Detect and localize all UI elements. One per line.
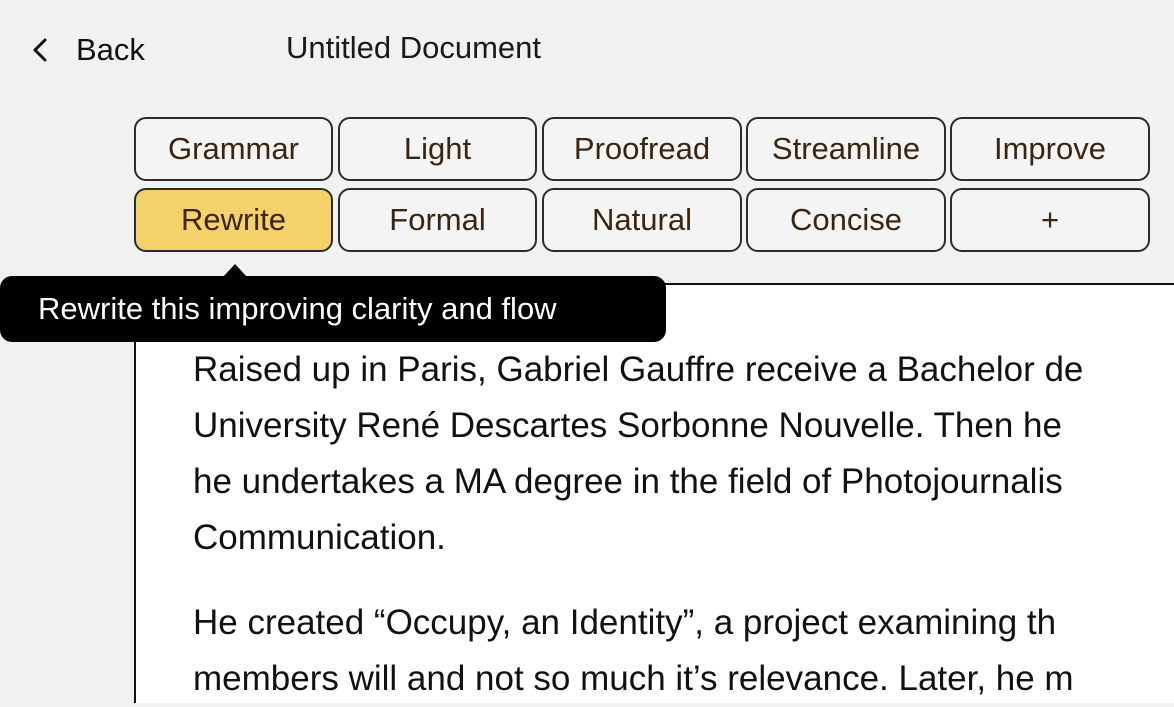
header-bar: Back Untitled Document bbox=[0, 0, 1174, 100]
text-line: University René Descartes Sorbonne Nouve… bbox=[193, 398, 1174, 454]
text-line: Communication. bbox=[193, 510, 1174, 566]
formal-button[interactable]: Formal bbox=[338, 188, 537, 252]
back-label: Back bbox=[76, 32, 145, 68]
improve-button[interactable]: Improve bbox=[950, 117, 1150, 181]
text-line: he undertakes a MA degree in the field o… bbox=[193, 454, 1174, 510]
text-line: He created “Occupy, an Identity”, a proj… bbox=[193, 595, 1174, 651]
rewrite-button[interactable]: Rewrite bbox=[134, 188, 333, 252]
document-paragraph: He created “Occupy, an Identity”, a proj… bbox=[193, 595, 1174, 707]
text-line: members will and not so much it’s releva… bbox=[193, 651, 1174, 707]
proofread-button[interactable]: Proofread bbox=[542, 117, 742, 181]
back-button[interactable]: Back bbox=[30, 28, 145, 72]
add-style-button[interactable]: + bbox=[950, 188, 1150, 252]
document-title: Untitled Document bbox=[286, 30, 541, 66]
document-paragraph: Raised up in Paris, Gabriel Gauffre rece… bbox=[193, 342, 1174, 566]
rewrite-tooltip: Rewrite this improving clarity and flow bbox=[0, 276, 666, 342]
streamline-button[interactable]: Streamline bbox=[746, 117, 946, 181]
light-button[interactable]: Light bbox=[338, 117, 537, 181]
text-line: Raised up in Paris, Gabriel Gauffre rece… bbox=[193, 342, 1174, 398]
natural-button[interactable]: Natural bbox=[542, 188, 742, 252]
chevron-left-icon bbox=[30, 35, 50, 65]
concise-button[interactable]: Concise bbox=[746, 188, 946, 252]
grammar-button[interactable]: Grammar bbox=[134, 117, 333, 181]
